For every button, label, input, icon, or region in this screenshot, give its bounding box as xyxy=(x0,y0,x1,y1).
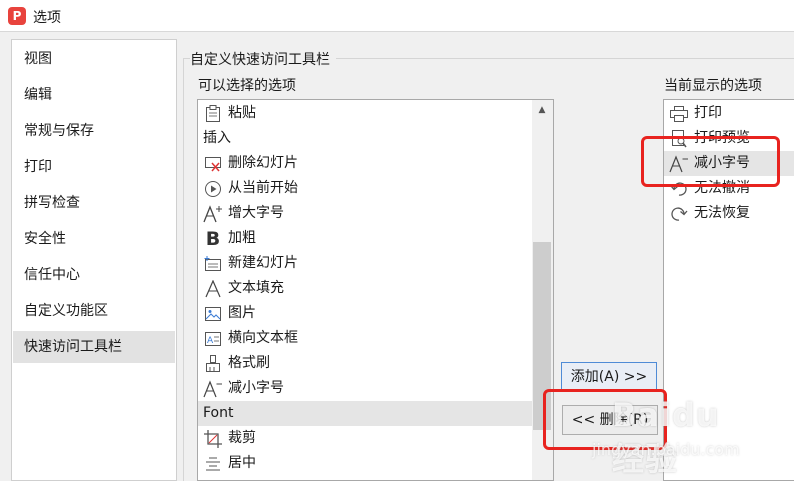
list-item-label: 打印预览 xyxy=(694,130,750,146)
current-item-print[interactable]: 打印 xyxy=(664,101,794,126)
list-group-header-insert: 插入 xyxy=(198,126,532,151)
crop-icon xyxy=(203,429,223,449)
list-item-align-center[interactable]: 居中 xyxy=(198,451,532,476)
nav-item-print[interactable]: 打印 xyxy=(13,151,175,183)
scroll-up-icon[interactable]: ▲ xyxy=(533,102,551,119)
print-preview-icon xyxy=(669,129,689,149)
delete-slide-icon xyxy=(203,154,223,174)
list-header-label: Font xyxy=(203,405,234,421)
list-item-play-from-current[interactable]: 从当前开始 xyxy=(198,176,532,201)
list-item-label: 删除幻灯片 xyxy=(228,155,298,171)
list-item-label: 图片 xyxy=(228,305,256,321)
nav-item-security[interactable]: 安全性 xyxy=(13,223,175,255)
list-item-picture[interactable]: 图片 xyxy=(198,301,532,326)
format-painter-icon xyxy=(203,354,223,374)
list-item-horizontal-textbox[interactable]: A 横向文本框 xyxy=(198,326,532,351)
list-item-label: 从当前开始 xyxy=(228,180,298,196)
list-item-label: 格式刷 xyxy=(228,355,270,371)
list-item-paste[interactable]: 粘贴 xyxy=(198,101,532,126)
list-item-label: 减小字号 xyxy=(228,380,284,396)
list-item-new-slide[interactable]: 新建幻灯片 xyxy=(198,251,532,276)
list-item-label: 粘贴 xyxy=(228,105,256,121)
list-item-label: 裁剪 xyxy=(228,430,256,446)
nav-item-edit[interactable]: 编辑 xyxy=(13,79,175,111)
decrease-font-icon xyxy=(669,154,689,174)
window-title: 选项 xyxy=(33,10,61,26)
bold-icon: B xyxy=(205,227,221,250)
list-item-label: 增大字号 xyxy=(228,205,284,221)
add-button[interactable]: 添加(A) >> xyxy=(561,362,657,392)
list-item-label: 横向文本框 xyxy=(228,330,298,346)
list-item-label: 文本填充 xyxy=(228,280,284,296)
list-item-label: 居中 xyxy=(228,455,256,471)
list-item-format-painter[interactable]: 格式刷 xyxy=(198,351,532,376)
list-item-delete-slide[interactable]: 删除幻灯片 xyxy=(198,151,532,176)
nav-item-trust-center[interactable]: 信任中心 xyxy=(13,259,175,291)
nav-item-general-save[interactable]: 常规与保存 xyxy=(13,115,175,147)
horizontal-textbox-icon: A xyxy=(203,329,223,349)
title-bar: P 选项 xyxy=(0,0,794,32)
list-item-label: 打印 xyxy=(694,105,722,121)
increase-font-icon xyxy=(203,204,223,224)
nav-item-quick-access-toolbar[interactable]: 快速访问工具栏 xyxy=(13,331,175,363)
current-options-label: 当前显示的选项 xyxy=(664,78,762,94)
list-item-label: 加粗 xyxy=(228,230,256,246)
paste-icon xyxy=(203,104,223,124)
nav-item-spell-check[interactable]: 拼写检查 xyxy=(13,187,175,219)
current-options-list[interactable]: 打印 打印预览 减小字号 无法撤消 无法恢复 xyxy=(663,99,794,481)
print-icon xyxy=(669,104,689,124)
play-from-current-icon xyxy=(203,179,223,199)
svg-text:A: A xyxy=(207,336,214,346)
decrease-font-icon xyxy=(203,379,223,399)
list-item-increase-font[interactable]: 增大字号 xyxy=(198,201,532,226)
list-item-crop[interactable]: 裁剪 xyxy=(198,426,532,451)
list-group-header-font[interactable]: Font xyxy=(198,401,532,426)
current-item-undo[interactable]: 无法撤消 xyxy=(664,176,794,201)
available-options-label: 可以选择的选项 xyxy=(198,78,296,94)
current-item-print-preview[interactable]: 打印预览 xyxy=(664,126,794,151)
current-item-decrease-font[interactable]: 减小字号 xyxy=(664,151,794,176)
list-item-decrease-font[interactable]: 减小字号 xyxy=(198,376,532,401)
list-item-label: 无法恢复 xyxy=(694,205,750,221)
new-slide-icon xyxy=(203,254,223,274)
list-item-label: 减小字号 xyxy=(694,155,750,171)
picture-icon xyxy=(203,304,223,324)
list-item-label: 新建幻灯片 xyxy=(228,255,298,271)
undo-icon xyxy=(669,179,689,199)
list-header-label: 插入 xyxy=(203,130,231,146)
list-item-label: 无法撤消 xyxy=(694,180,750,196)
group-title: 自定义快速访问工具栏 xyxy=(190,49,336,69)
options-nav: 视图 编辑 常规与保存 打印 拼写检查 安全性 信任中心 自定义功能区 快速访问… xyxy=(11,39,177,481)
redo-icon xyxy=(669,204,689,224)
available-options-list[interactable]: 粘贴 插入 删除幻灯片 从当前开始 增大字号 B 加粗 新建幻灯片 文本填充 图… xyxy=(197,99,554,481)
list-item-text-fill[interactable]: 文本填充 xyxy=(198,276,532,301)
nav-item-customize-ribbon[interactable]: 自定义功能区 xyxy=(13,295,175,327)
group-border-left xyxy=(183,58,184,481)
nav-item-view[interactable]: 视图 xyxy=(13,43,175,75)
text-fill-icon xyxy=(203,279,223,299)
list-item-bold[interactable]: B 加粗 xyxy=(198,226,532,251)
align-center-icon xyxy=(203,454,223,474)
app-logo-icon: P xyxy=(8,7,26,25)
scrollbar-thumb[interactable] xyxy=(533,242,551,431)
current-item-redo[interactable]: 无法恢复 xyxy=(664,201,794,226)
available-list-scrollbar[interactable]: ▲ xyxy=(532,100,553,480)
remove-button[interactable]: << 删除(R) xyxy=(562,405,658,435)
